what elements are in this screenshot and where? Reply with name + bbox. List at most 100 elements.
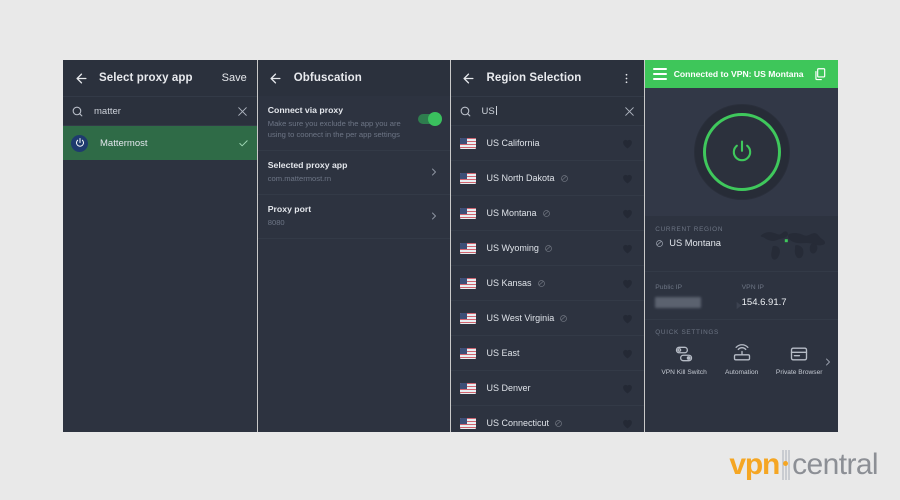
quick-setting-private-browser[interactable]: Private Browser bbox=[770, 343, 828, 376]
heart-icon[interactable] bbox=[621, 417, 634, 430]
table-row[interactable]: US West Virginia bbox=[450, 301, 645, 336]
panel-obfuscation: Obfuscation Connect via proxy Make sure … bbox=[257, 60, 450, 432]
current-region-caption: CURRENT REGION bbox=[655, 226, 724, 233]
table-row[interactable]: US Kansas bbox=[450, 266, 645, 301]
setting-row-connect-via-proxy[interactable]: Connect via proxy Make sure you exclude … bbox=[257, 96, 450, 151]
heart-icon[interactable] bbox=[621, 277, 634, 290]
current-region-block: CURRENT REGION US Montana bbox=[645, 216, 838, 272]
heart-icon[interactable] bbox=[621, 172, 634, 185]
region-label: US Kansas bbox=[486, 278, 532, 288]
setting-text: Selected proxy app com.mattermost.rn bbox=[268, 160, 428, 184]
region-label: US California bbox=[486, 138, 540, 148]
table-row[interactable]: US North Dakota bbox=[450, 161, 645, 196]
setting-subtitle: com.mattermost.rn bbox=[267, 174, 332, 183]
search-icon bbox=[459, 105, 472, 118]
vpn-ip-label: VPN IP bbox=[741, 284, 764, 291]
setting-row-proxy-port[interactable]: Proxy port 8080 bbox=[257, 195, 450, 239]
table-row[interactable]: US Wyoming bbox=[450, 231, 645, 266]
table-row[interactable]: US Montana bbox=[450, 196, 645, 231]
current-region-value-row: US Montana bbox=[655, 238, 756, 248]
vpncentral-watermark: vpn central bbox=[729, 448, 878, 482]
search-input[interactable]: matter bbox=[94, 106, 236, 117]
arrow-left-icon[interactable] bbox=[266, 68, 286, 88]
region-name: US West Virginia bbox=[487, 313, 622, 323]
vpn-ip-column: VPN IP 154.6.91.7 bbox=[742, 284, 828, 308]
watermark-brand-second: central bbox=[792, 448, 878, 481]
table-row[interactable]: US Connecticut bbox=[451, 406, 645, 432]
check-icon bbox=[238, 138, 249, 149]
region-name: US Denver bbox=[487, 383, 622, 393]
region-label: US North Dakota bbox=[486, 173, 555, 183]
obfuscation-icon bbox=[655, 239, 664, 248]
save-button[interactable]: Save bbox=[222, 72, 249, 84]
table-row[interactable]: US East bbox=[450, 336, 645, 371]
us-flag-icon bbox=[459, 242, 476, 254]
proxy-app-header: Select proxy app Save bbox=[63, 60, 257, 96]
region-name: US California bbox=[487, 138, 622, 148]
list-item[interactable]: Mattermost bbox=[63, 126, 257, 160]
page-title: Region Selection bbox=[486, 72, 582, 84]
hamburger-icon[interactable] bbox=[653, 68, 668, 80]
us-flag-icon bbox=[459, 172, 476, 184]
region-list: US California US North Dakota US Montana bbox=[450, 126, 645, 432]
region-search-input[interactable]: US bbox=[482, 106, 624, 117]
heart-icon[interactable] bbox=[621, 312, 634, 325]
us-flag-icon bbox=[459, 137, 476, 149]
current-region-value: US Montana bbox=[669, 238, 721, 248]
quick-setting-label: Private Browser bbox=[775, 369, 823, 376]
arrow-left-icon[interactable] bbox=[71, 68, 91, 88]
panel-select-proxy-app: Select proxy app Save matter Mattermost bbox=[63, 60, 257, 432]
obfuscation-header: Obfuscation bbox=[257, 60, 450, 96]
page-title: Obfuscation bbox=[293, 72, 362, 84]
setting-text: Proxy port 8080 bbox=[268, 204, 428, 228]
quick-settings-block: QUICK SETTINGS VPN Kill Switch Automatio… bbox=[645, 320, 838, 382]
copy-icon[interactable] bbox=[810, 64, 830, 84]
arrow-right-icon bbox=[733, 300, 744, 311]
obfuscation-icon bbox=[542, 209, 551, 218]
quick-settings-caption: QUICK SETTINGS bbox=[655, 329, 720, 336]
region-search-bar[interactable]: US bbox=[450, 96, 645, 126]
heart-icon[interactable] bbox=[621, 382, 634, 395]
us-flag-icon bbox=[459, 312, 476, 324]
more-vertical-icon[interactable] bbox=[616, 68, 636, 88]
region-label: US Denver bbox=[486, 383, 531, 393]
panel-region-selection: Region Selection US US California US Nor… bbox=[450, 60, 645, 432]
setting-row-selected-proxy-app[interactable]: Selected proxy app com.mattermost.rn bbox=[257, 151, 450, 195]
world-map-icon bbox=[756, 226, 828, 262]
current-region-text: CURRENT REGION US Montana bbox=[655, 226, 756, 248]
heart-icon[interactable] bbox=[621, 242, 634, 255]
heart-icon[interactable] bbox=[621, 347, 634, 360]
us-flag-icon bbox=[459, 417, 476, 429]
quick-setting-automation[interactable]: Automation bbox=[713, 343, 771, 376]
connection-status-bar: Connected to VPN: US Montana bbox=[645, 60, 838, 88]
region-label: US Wyoming bbox=[486, 243, 539, 253]
power-button[interactable] bbox=[702, 113, 781, 191]
power-button-outer bbox=[694, 105, 789, 199]
heart-icon[interactable] bbox=[621, 207, 634, 220]
public-ip-label: Public IP bbox=[655, 284, 683, 291]
public-ip-column: Public IP bbox=[655, 284, 741, 308]
proxy-app-search-bar[interactable]: matter bbox=[63, 96, 257, 126]
panel-group: Select proxy app Save matter Mattermost bbox=[63, 60, 838, 432]
close-icon[interactable] bbox=[236, 105, 249, 118]
search-icon bbox=[71, 105, 84, 118]
arrow-left-icon[interactable] bbox=[459, 68, 479, 88]
region-name: US Montana bbox=[487, 208, 622, 218]
screenshot-stage: Select proxy app Save matter Mattermost bbox=[0, 0, 900, 500]
heart-icon[interactable] bbox=[621, 137, 634, 150]
quick-setting-label: VPN Kill Switch bbox=[661, 369, 707, 376]
close-icon[interactable] bbox=[623, 105, 636, 118]
chevron-right-icon[interactable] bbox=[822, 356, 834, 368]
table-row[interactable]: US California bbox=[450, 126, 645, 161]
us-flag-icon bbox=[459, 382, 476, 394]
vpn-ip-value: 154.6.91.7 bbox=[741, 297, 787, 308]
table-row[interactable]: US Denver bbox=[450, 371, 645, 406]
region-name: US North Dakota bbox=[487, 173, 622, 183]
region-name: US East bbox=[487, 348, 622, 358]
region-name: US Kansas bbox=[487, 278, 622, 288]
watermark-brand-first: vpn bbox=[729, 448, 780, 481]
ip-info-block: Public IP VPN IP 154.6.91.7 bbox=[645, 272, 838, 320]
quick-setting-vpn-kill-switch[interactable]: VPN Kill Switch bbox=[655, 343, 713, 376]
connect-via-proxy-toggle[interactable] bbox=[417, 112, 442, 126]
browser-icon bbox=[770, 343, 828, 365]
